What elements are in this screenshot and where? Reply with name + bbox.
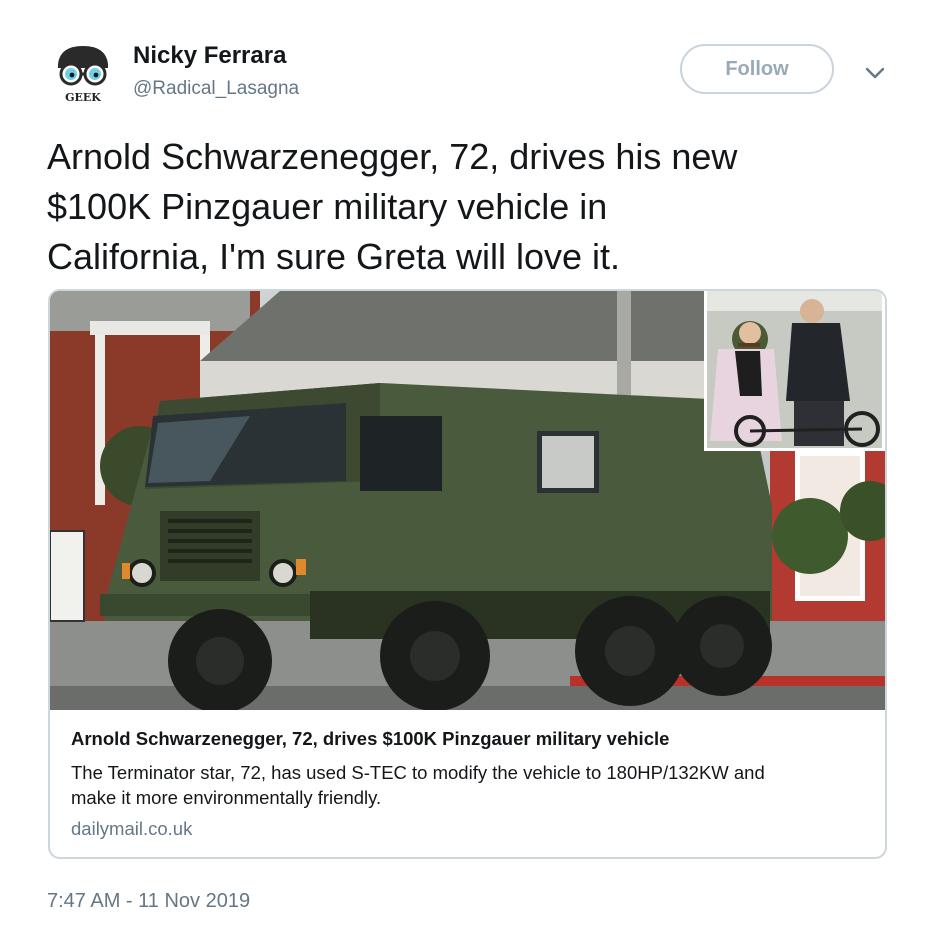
card-description: The Terminator star, 72, has used S-TEC …: [71, 760, 871, 810]
tweet-text-line: California, I'm sure Greta will love it.: [47, 236, 621, 277]
tweet-text: Arnold Schwarzenegger, 72, drives his ne…: [47, 132, 887, 282]
follow-button[interactable]: Follow: [680, 44, 834, 94]
card-title[interactable]: Arnold Schwarzenegger, 72, drives $100K …: [71, 728, 669, 750]
link-card[interactable]: Arnold Schwarzenegger, 72, drives $100K …: [48, 289, 887, 859]
card-description-line: The Terminator star, 72, has used S-TEC …: [71, 762, 765, 783]
tweet-text-line: Arnold Schwarzenegger, 72, drives his ne…: [47, 136, 738, 177]
card-domain[interactable]: dailymail.co.uk: [71, 818, 192, 840]
author-avatar[interactable]: GEEK: [50, 42, 116, 108]
card-description-line: make it more environmentally friendly.: [71, 787, 382, 808]
tweet-timestamp[interactable]: 7:47 AM - 11 Nov 2019: [47, 890, 250, 913]
tweet-text-line: $100K Pinzgauer military vehicle in: [47, 186, 608, 227]
author-handle[interactable]: @Radical_Lasagna: [133, 78, 299, 100]
card-photo: [50, 291, 885, 710]
chevron-down-icon[interactable]: [862, 60, 888, 86]
avatar-label: GEEK: [65, 91, 101, 104]
card-text-area[interactable]: Arnold Schwarzenegger, 72, drives $100K …: [50, 710, 885, 857]
author-name[interactable]: Nicky Ferrara: [133, 42, 286, 70]
